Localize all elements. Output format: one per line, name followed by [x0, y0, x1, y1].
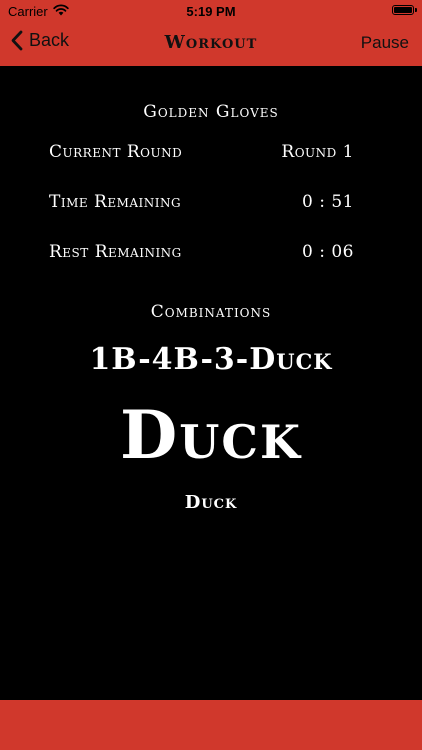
- workout-panel: Golden Gloves Current Round Round 1 Time…: [0, 66, 422, 700]
- combinations-label: Combinations: [150, 302, 272, 322]
- pause-button[interactable]: Pause: [361, 33, 409, 53]
- battery-level: [394, 7, 412, 13]
- battery-icon: [392, 5, 417, 15]
- navigation-header: Carrier 5:19 PM Back Workout Pause: [0, 0, 422, 66]
- next-move: Duck: [184, 492, 238, 513]
- time-remaining-value: 0 : 51: [302, 192, 354, 212]
- rest-remaining-value: 0 : 06: [302, 242, 354, 262]
- status-bar: Carrier 5:19 PM: [0, 0, 422, 22]
- status-time: 5:19 PM: [186, 4, 236, 19]
- combination-sequence: 1B-4B-3-Duck: [89, 342, 333, 377]
- rest-remaining-label: Rest Remaining: [49, 242, 182, 262]
- page-title: Workout: [164, 32, 258, 53]
- time-remaining-label: Time Remaining: [49, 192, 182, 212]
- current-round-label: Current Round: [49, 142, 183, 162]
- program-title: Golden Gloves: [143, 102, 279, 122]
- bottom-bar: [0, 700, 422, 750]
- current-round-value: Round 1: [281, 142, 354, 162]
- current-move: Duck: [120, 396, 302, 474]
